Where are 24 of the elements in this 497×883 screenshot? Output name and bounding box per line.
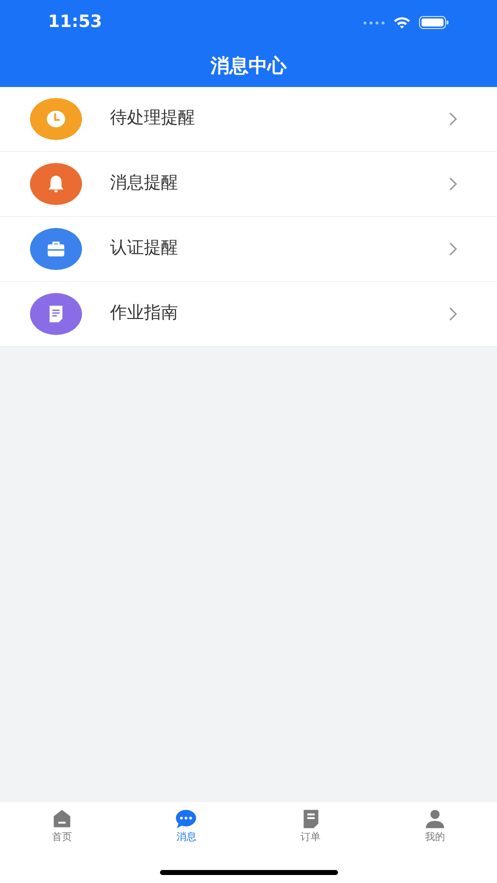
- tab-item[interactable]: 我的: [372, 802, 497, 845]
- home-icon: [51, 808, 74, 830]
- tab-item[interactable]: 订单: [248, 802, 373, 845]
- battery-icon: [419, 16, 449, 29]
- user-icon: [424, 808, 446, 830]
- list-item[interactable]: 认证提醒: [0, 217, 497, 282]
- chevron-icon: [449, 242, 457, 256]
- item-label: 消息提醒: [110, 172, 178, 196]
- tab-item[interactable]: 消息: [124, 802, 248, 845]
- signal-icon: [363, 20, 385, 24]
- item-label: 作业指南: [110, 302, 178, 326]
- list-item[interactable]: 待处理提醒: [0, 87, 497, 152]
- status-time: 11:53: [48, 10, 102, 34]
- chat-icon: [175, 808, 198, 830]
- chevron-icon: [449, 177, 457, 191]
- chevron-icon: [449, 112, 457, 126]
- tab-item[interactable]: 首页: [0, 802, 124, 845]
- item-label: 待处理提醒: [110, 107, 195, 130]
- item-label: 认证提醒: [110, 237, 178, 260]
- page-title: 消息中心: [210, 54, 286, 79]
- wifi-icon: [393, 16, 411, 29]
- list-item[interactable]: 作业指南: [0, 282, 497, 347]
- list-item[interactable]: 消息提醒: [0, 152, 497, 217]
- chevron-icon: [449, 307, 457, 321]
